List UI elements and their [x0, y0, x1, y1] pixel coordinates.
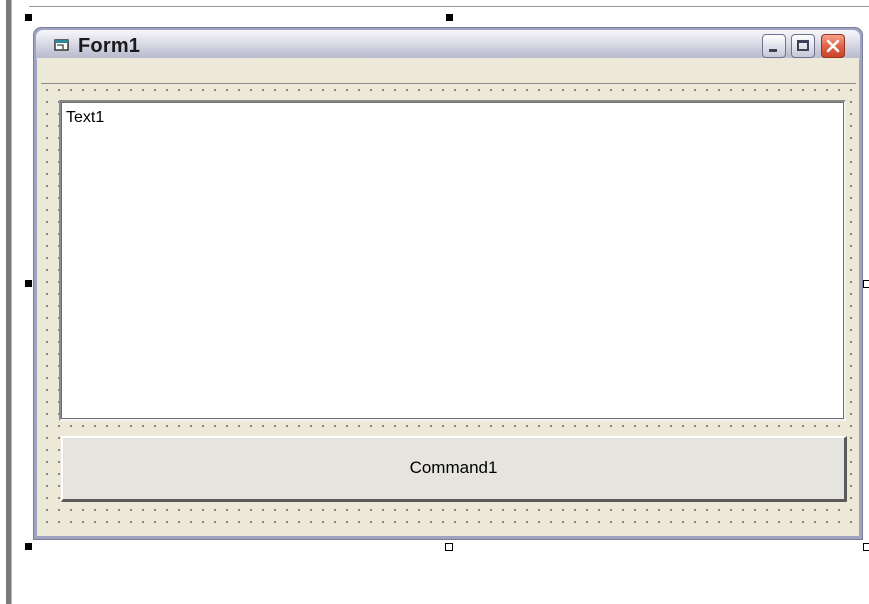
- close-icon: [822, 35, 844, 57]
- resize-handle-right[interactable]: [863, 280, 869, 288]
- close-button[interactable]: [821, 34, 845, 58]
- designer-left-edge: [0, 0, 12, 604]
- form-window[interactable]: Form1 Text1 Command1: [33, 27, 863, 540]
- minimize-icon: [769, 49, 777, 52]
- resize-handle-left[interactable]: [25, 280, 32, 287]
- maximize-icon: [797, 40, 809, 51]
- form-icon: [54, 38, 70, 52]
- selection-frame-top: [29, 6, 869, 7]
- textbox-value: Text1: [66, 109, 105, 126]
- resize-handle-bottom-left[interactable]: [25, 543, 32, 550]
- command1-button[interactable]: Command1: [61, 436, 847, 502]
- resize-handle-bottom[interactable]: [445, 543, 453, 551]
- resize-handle-top-left[interactable]: [25, 14, 32, 21]
- form-titlebar[interactable]: Form1: [36, 30, 860, 60]
- maximize-button[interactable]: [791, 34, 815, 58]
- text1-textbox[interactable]: Text1: [59, 100, 846, 421]
- resize-handle-top[interactable]: [446, 14, 453, 21]
- designer-scroll-edge: [6, 0, 12, 604]
- designer-canvas: Form1 Text1 Command1: [0, 0, 869, 604]
- minimize-button[interactable]: [762, 34, 786, 58]
- form-title: Form1: [78, 35, 141, 57]
- resize-handle-bottom-right[interactable]: [863, 543, 869, 551]
